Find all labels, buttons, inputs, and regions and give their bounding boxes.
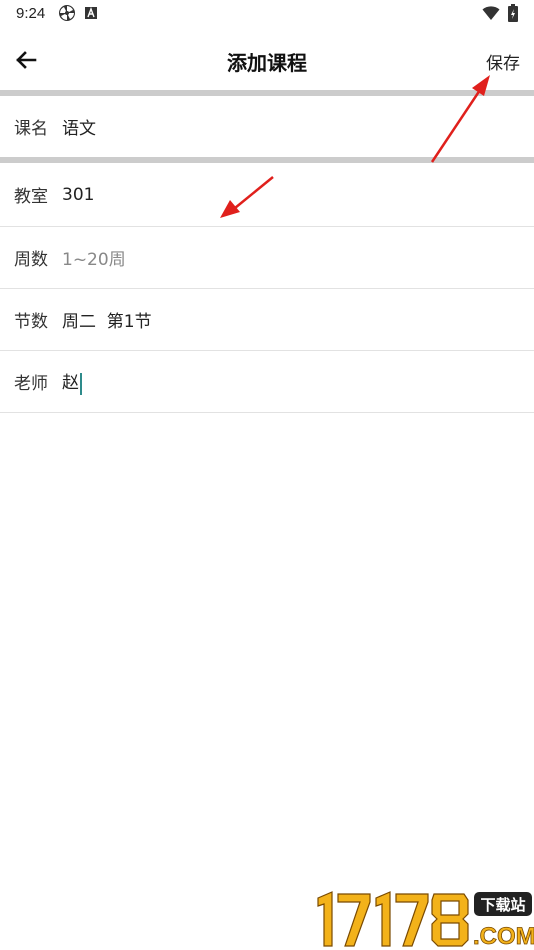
teacher-row[interactable]: 老师 赵 bbox=[0, 351, 534, 412]
teacher-field[interactable]: 赵 bbox=[62, 368, 82, 395]
sessions-field[interactable]: 周二 第1节 bbox=[62, 307, 152, 332]
app-bar: 添加课程 保存 bbox=[0, 28, 534, 90]
classroom-field[interactable]: 301 bbox=[62, 185, 94, 205]
course-name-field[interactable]: 语文 bbox=[62, 114, 96, 139]
watermark-suffix-text: .COM bbox=[473, 923, 534, 950]
weeks-field[interactable]: 1~20周 bbox=[62, 245, 126, 270]
course-name-label: 课名 bbox=[14, 119, 48, 139]
row-divider bbox=[0, 412, 534, 413]
teacher-value: 赵 bbox=[62, 373, 79, 394]
save-button[interactable]: 保存 bbox=[486, 49, 520, 74]
pinwheel-icon bbox=[59, 5, 75, 21]
watermark-badge-text: 下载站 bbox=[480, 896, 525, 914]
page-title: 添加课程 bbox=[227, 51, 307, 75]
sessions-row[interactable]: 节数 周二 第1节 bbox=[0, 289, 534, 350]
site-watermark-logo: 下载站 .COM bbox=[317, 891, 534, 950]
wifi-icon bbox=[482, 6, 500, 20]
weeks-label: 周数 bbox=[14, 250, 48, 270]
classroom-label: 教室 bbox=[14, 187, 48, 207]
course-name-row[interactable]: 课名 语文 bbox=[0, 96, 534, 157]
text-cursor bbox=[80, 372, 82, 395]
classroom-row[interactable]: 教室 301 bbox=[0, 163, 534, 226]
status-time: 9:24 bbox=[16, 5, 46, 22]
status-bar: 9:24 bbox=[0, 0, 534, 28]
weeks-row[interactable]: 周数 1~20周 bbox=[0, 227, 534, 288]
battery-icon bbox=[508, 4, 518, 22]
teacher-label: 老师 bbox=[14, 374, 48, 394]
a-badge-icon bbox=[85, 7, 97, 19]
sessions-label: 节数 bbox=[14, 312, 48, 332]
